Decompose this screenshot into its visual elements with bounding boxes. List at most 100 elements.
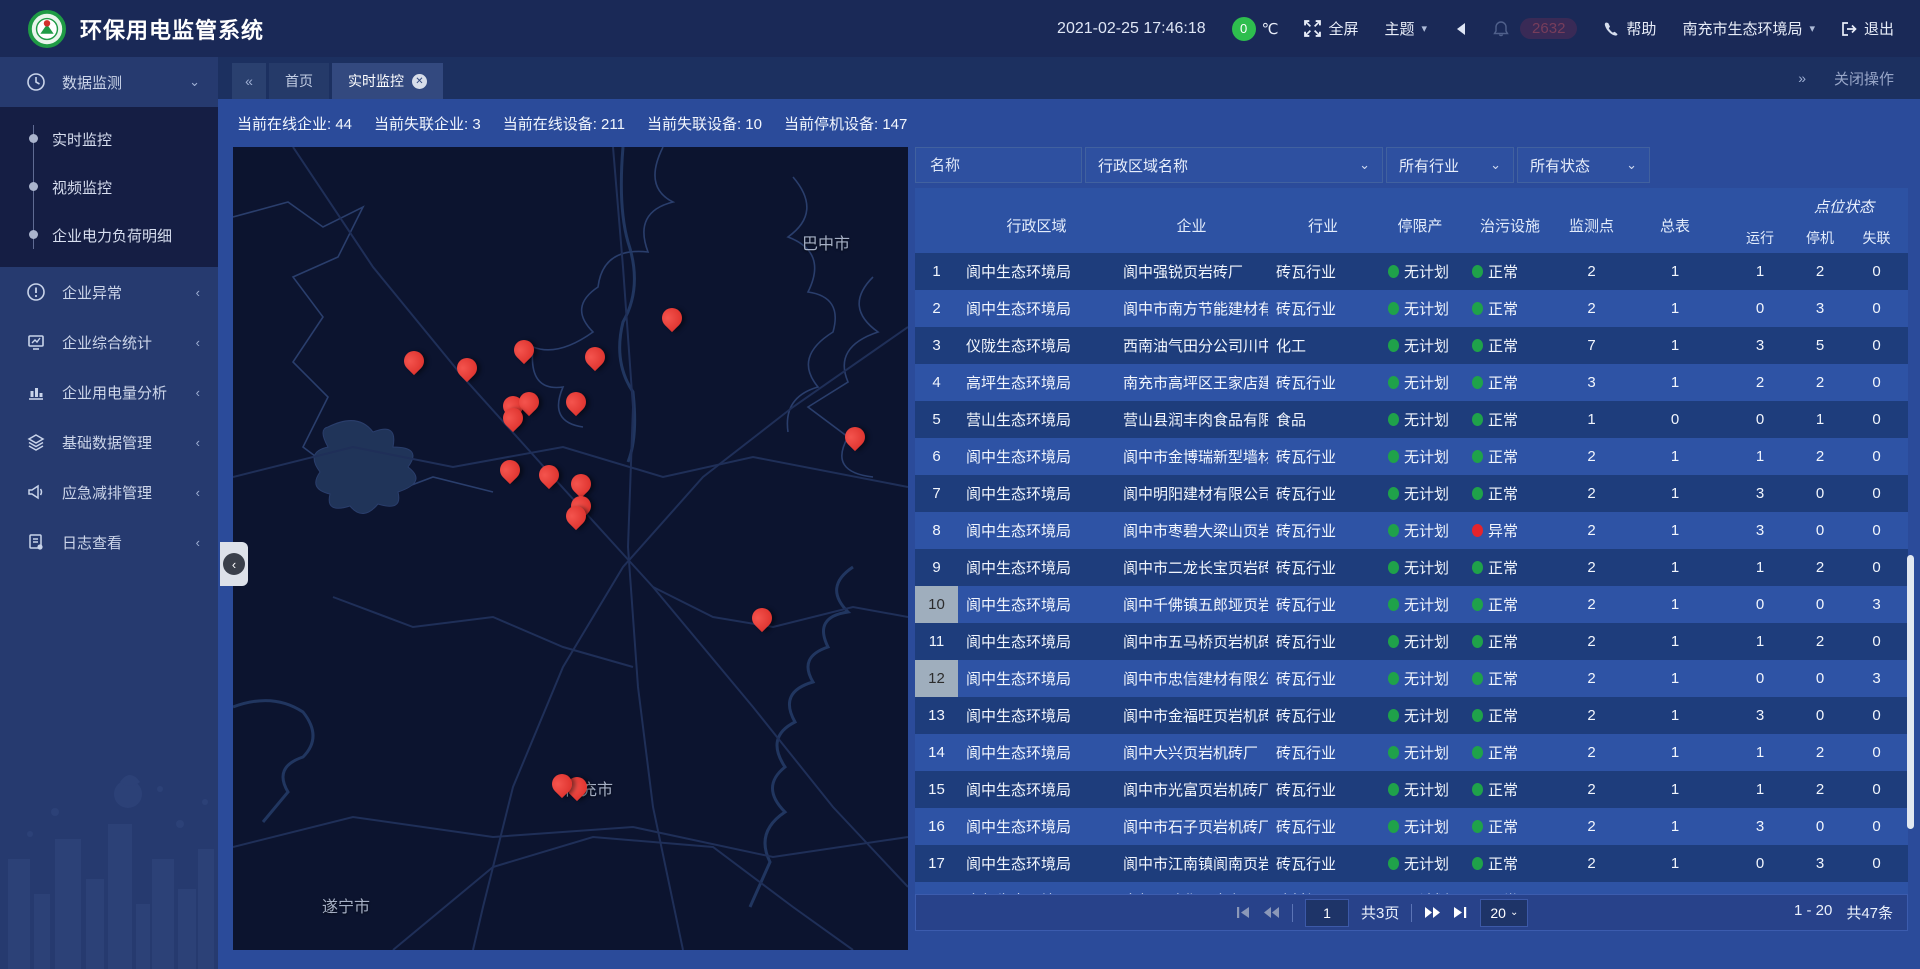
cell-lost: 0: [1845, 522, 1908, 539]
cell-limit: 无计划: [1378, 631, 1462, 652]
sidebar-item-5[interactable]: 应急减排管理 ‹: [0, 467, 218, 517]
skyline-decoration: [0, 764, 218, 969]
sidebar-submenu-item[interactable]: 实时监控: [0, 115, 218, 163]
table-row[interactable]: 14 阆中生态环境局 阆中大兴页岩机砖厂 砖瓦行业 无计划 正常 2 1 1 2…: [915, 734, 1908, 771]
cell-stop: 5: [1795, 337, 1845, 354]
table-row[interactable]: 3 仪陇生态环境局 西南油气田分公司川中 化工 无计划 正常 7 1 3 5 0: [915, 327, 1908, 364]
page-number-input[interactable]: [1305, 899, 1349, 927]
chevron-down-icon: ⌄: [1616, 157, 1637, 173]
cell-limit: 无计划: [1378, 298, 1462, 319]
cell-industry: 化工: [1268, 335, 1378, 356]
cell-limit: 无计划: [1378, 742, 1462, 763]
cell-lost: 0: [1845, 744, 1908, 761]
cell-lost: 3: [1845, 596, 1908, 613]
cell-facility: 正常: [1462, 668, 1558, 689]
name-filter-input[interactable]: [928, 156, 1069, 175]
status-dot: [1388, 598, 1399, 611]
sidebar-item-1[interactable]: 企业异常 ‹: [0, 267, 218, 317]
page-size-select[interactable]: 20 ⌄: [1480, 899, 1528, 927]
stat-item: 当前失联设备: 10: [647, 113, 762, 134]
sidebar-item-0[interactable]: 数据监测 ⌄: [0, 57, 218, 107]
table-row[interactable]: 5 营山生态环境局 营山县润丰肉食品有限 食品 无计划 正常 1 0 0 1 0: [915, 401, 1908, 438]
sidebar-submenu: 实时监控视频监控企业电力负荷明细: [0, 107, 218, 267]
cell-meters: 0: [1625, 411, 1725, 428]
cell-stop: 3: [1795, 855, 1845, 872]
chevron-left-icon: ‹: [232, 557, 236, 572]
cell-run: 3: [1725, 818, 1795, 835]
first-page-button[interactable]: [1236, 906, 1251, 919]
sidebar-item-3[interactable]: 企业用电量分析 ‹: [0, 367, 218, 417]
sidebar-submenu-item[interactable]: 企业电力负荷明细: [0, 211, 218, 259]
table-row[interactable]: 13 阆中生态环境局 阆中市金福旺页岩机砖 砖瓦行业 无计划 正常 2 1 3 …: [915, 697, 1908, 734]
table-row[interactable]: 7 阆中生态环境局 阆中明阳建材有限公司 砖瓦行业 无计划 正常 2 1 3 0…: [915, 475, 1908, 512]
logout-icon: [1841, 21, 1857, 37]
sound-mute-button[interactable]: [1453, 22, 1467, 36]
sidebar-collapse-button[interactable]: ‹: [220, 542, 248, 586]
table-row[interactable]: 1 阆中生态环境局 阆中强锐页岩砖厂 砖瓦行业 无计划 正常 2 1 1 2 0: [915, 253, 1908, 290]
table-row[interactable]: 9 阆中生态环境局 阆中市二龙长宝页岩砖 砖瓦行业 无计划 正常 2 1 1 2…: [915, 549, 1908, 586]
cell-industry: 砖瓦行业: [1268, 853, 1378, 874]
tab-1[interactable]: 实时监控 ✕: [332, 63, 443, 99]
cell-run: 0: [1725, 300, 1795, 317]
tabs-scroll-left-button[interactable]: «: [232, 63, 266, 99]
cell-region: 阆中生态环境局: [958, 483, 1115, 504]
cell-run: 1: [1725, 744, 1795, 761]
table-row[interactable]: 8 阆中生态环境局 阆中市枣碧大梁山页岩 砖瓦行业 无计划 异常 2 1 3 0…: [915, 512, 1908, 549]
sidebar-item-2[interactable]: 企业综合统计 ‹: [0, 317, 218, 367]
org-menu-button[interactable]: 南充市生态环境局▾: [1682, 18, 1815, 39]
notifications-button[interactable]: 2632: [1493, 18, 1577, 39]
cell-facility: 正常: [1462, 853, 1558, 874]
tab-0[interactable]: 首页: [269, 63, 329, 99]
enterprise-table: 点位状态 行政区域 企业 行业 停限产 治污设施 监测点 总表 运行 停机 失联…: [915, 188, 1908, 931]
cell-company: 阆中市江南镇阆南页岩: [1115, 853, 1268, 874]
stats-monitor-icon: [26, 332, 46, 352]
table-row[interactable]: 18 南部生态环境局 南部县砖化页岩有限公 建材加工 无计划 正常 5 0 0 …: [915, 882, 1908, 894]
tabs-scroll-right-button[interactable]: »: [1798, 70, 1806, 86]
tab-close-icon[interactable]: ✕: [412, 74, 427, 89]
cell-index: 9: [915, 549, 958, 586]
cell-points: 2: [1558, 596, 1625, 613]
cell-company: 营山县润丰肉食品有限: [1115, 409, 1268, 430]
megaphone-icon: [26, 482, 46, 502]
map-panel[interactable]: 巴中市南充市遂宁市: [233, 147, 908, 950]
cell-company: 阆中市二龙长宝页岩砖: [1115, 557, 1268, 578]
help-button[interactable]: 帮助: [1603, 18, 1656, 39]
status-dot: [1388, 302, 1399, 315]
next-page-button[interactable]: [1424, 906, 1441, 919]
cell-run: 3: [1725, 522, 1795, 539]
table-row[interactable]: 17 阆中生态环境局 阆中市江南镇阆南页岩 砖瓦行业 无计划 正常 2 1 0 …: [915, 845, 1908, 882]
table-scrollbar[interactable]: [1907, 555, 1914, 829]
sidebar-item-4[interactable]: 基础数据管理 ‹: [0, 417, 218, 467]
cell-run: 1: [1725, 781, 1795, 798]
table-row[interactable]: 2 阆中生态环境局 阆中市南方节能建材有 砖瓦行业 无计划 正常 2 1 0 3…: [915, 290, 1908, 327]
status-dot: [1472, 635, 1483, 648]
table-row[interactable]: 12 阆中生态环境局 阆中市忠信建材有限公 砖瓦行业 无计划 正常 2 1 0 …: [915, 660, 1908, 697]
industry-filter-select[interactable]: 所有行业 ⌄: [1386, 147, 1514, 183]
close-operations-button[interactable]: 关闭操作: [1834, 68, 1894, 89]
table-row[interactable]: 6 阆中生态环境局 阆中市金博瑞新型墙材 砖瓦行业 无计划 正常 2 1 1 2…: [915, 438, 1908, 475]
last-page-button[interactable]: [1453, 906, 1468, 919]
sidebar-item-6[interactable]: 日志查看 ‹: [0, 517, 218, 567]
logout-button[interactable]: 退出: [1841, 18, 1894, 39]
cell-points: 2: [1558, 448, 1625, 465]
cell-points: 2: [1558, 855, 1625, 872]
table-row[interactable]: 10 阆中生态环境局 阆中千佛镇五郎垭页岩 砖瓦行业 无计划 正常 2 1 0 …: [915, 586, 1908, 623]
cell-meters: 1: [1625, 818, 1725, 835]
table-row[interactable]: 15 阆中生态环境局 阆中市光富页岩机砖厂 砖瓦行业 无计划 正常 2 1 1 …: [915, 771, 1908, 808]
sidebar-submenu-item[interactable]: 视频监控: [0, 163, 218, 211]
status-filter-select[interactable]: 所有状态 ⌄: [1517, 147, 1650, 183]
region-filter-select[interactable]: 行政区域名称 ⌄: [1085, 147, 1383, 183]
name-filter-field[interactable]: [915, 147, 1082, 183]
table-row[interactable]: 4 高坪生态环境局 南充市高坪区王家店建 砖瓦行业 无计划 正常 3 1 2 2…: [915, 364, 1908, 401]
table-row[interactable]: 11 阆中生态环境局 阆中市五马桥页岩机砖 砖瓦行业 无计划 正常 2 1 1 …: [915, 623, 1908, 660]
chevron-icon: ‹: [196, 535, 200, 550]
cell-lost: 0: [1845, 707, 1908, 724]
next-page-icon: [1424, 906, 1441, 919]
theme-menu-button[interactable]: 主题▾: [1385, 18, 1428, 39]
cell-meters: 1: [1625, 744, 1725, 761]
fullscreen-button[interactable]: 全屏: [1304, 18, 1358, 39]
prev-page-button[interactable]: [1263, 906, 1280, 919]
table-row[interactable]: 16 阆中生态环境局 阆中市石子页岩机砖厂 砖瓦行业 无计划 正常 2 1 3 …: [915, 808, 1908, 845]
cell-meters: 1: [1625, 263, 1725, 280]
status-dot: [1472, 783, 1483, 796]
